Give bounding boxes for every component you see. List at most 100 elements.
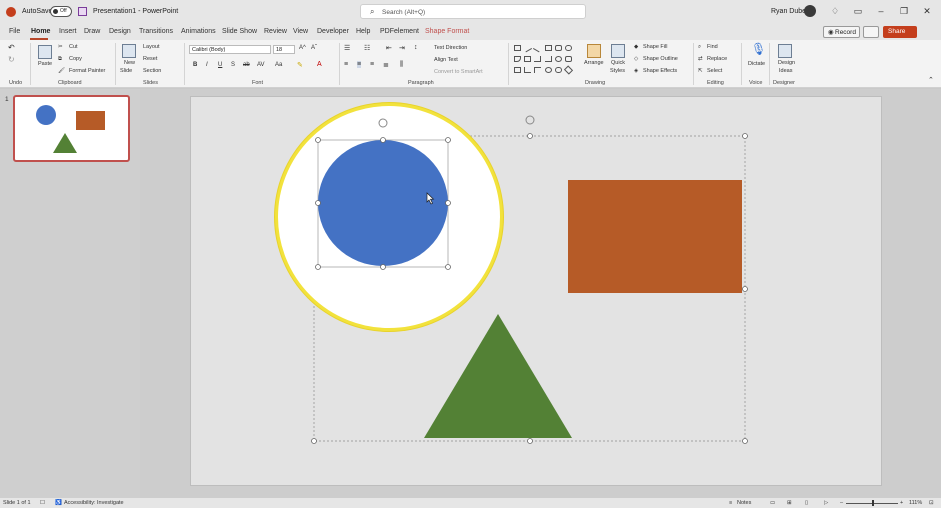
strikethrough-button[interactable]: ab xyxy=(243,62,250,68)
quick-styles-icon[interactable] xyxy=(611,44,625,58)
collapse-ribbon-icon[interactable]: ⌃ xyxy=(928,76,934,84)
minimize-icon[interactable]: – xyxy=(875,5,887,17)
align-center-icon[interactable]: ≡ xyxy=(357,61,362,68)
select-button[interactable]: Select xyxy=(707,68,722,74)
format-painter-icon[interactable]: 🖌 xyxy=(58,68,65,74)
decrease-indent-icon[interactable]: ⇤ xyxy=(386,44,392,52)
tab-review[interactable]: Review xyxy=(264,28,287,35)
tab-view[interactable]: View xyxy=(293,28,308,35)
save-icon[interactable] xyxy=(78,7,87,16)
tab-file[interactable]: File xyxy=(9,28,20,35)
decrease-font-icon[interactable]: Aˇ xyxy=(311,45,317,51)
design-ideas-icon[interactable] xyxy=(778,44,792,58)
find-button[interactable]: Find xyxy=(707,44,718,50)
zoom-level[interactable]: 111% xyxy=(909,500,922,506)
zoom-in-icon[interactable]: + xyxy=(900,500,903,506)
dictate-button[interactable]: Dictate xyxy=(748,61,765,67)
new-slide-icon[interactable] xyxy=(122,44,136,58)
cut-button[interactable]: Cut xyxy=(69,44,78,50)
text-direction-button[interactable]: Text Direction xyxy=(434,45,467,51)
columns-icon[interactable]: ⫼ xyxy=(400,61,403,69)
tab-transitions[interactable]: Transitions xyxy=(139,28,173,35)
zoom-out-icon[interactable]: – xyxy=(840,500,843,506)
dictate-icon[interactable]: 🎙 xyxy=(751,42,766,56)
cut-icon[interactable]: ✂ xyxy=(58,44,63,50)
tab-home[interactable]: Home xyxy=(31,28,50,35)
slide-sorter-icon[interactable]: ⊞ xyxy=(787,500,792,506)
numbering-icon[interactable]: ☷ xyxy=(364,44,370,52)
premium-diamond-icon[interactable]: ♢ xyxy=(829,5,841,17)
autosave-toggle[interactable]: Off xyxy=(50,6,72,17)
align-text-button[interactable]: Align Text xyxy=(434,57,458,63)
tab-slide-show[interactable]: Slide Show xyxy=(222,28,257,35)
record-button[interactable]: ◉ Record xyxy=(823,26,860,38)
bold-button[interactable]: B xyxy=(193,62,197,68)
paste-button[interactable]: Paste xyxy=(38,61,52,67)
avatar[interactable] xyxy=(804,5,816,17)
redo-icon[interactable]: ↻ xyxy=(8,55,15,64)
share-button[interactable]: Share xyxy=(883,26,917,38)
replace-icon[interactable]: ⇄ xyxy=(698,56,703,62)
shapes-gallery[interactable] xyxy=(512,43,580,76)
increase-indent-icon[interactable]: ⇥ xyxy=(399,44,405,52)
design-ideas-button[interactable]: Design xyxy=(778,60,795,66)
select-icon[interactable]: ⇱ xyxy=(698,68,703,74)
arrange-icon[interactable] xyxy=(587,44,601,58)
justify-icon[interactable]: ≣ xyxy=(383,61,389,69)
tab-pdfelement[interactable]: PDFelement xyxy=(380,28,419,35)
convert-smartart-button[interactable]: Convert to SmartArt xyxy=(434,69,483,75)
reading-view-icon[interactable]: ▯ xyxy=(805,500,808,506)
tab-help[interactable]: Help xyxy=(356,28,370,35)
arrange-button[interactable]: Arrange xyxy=(584,60,604,66)
shape-fill-icon[interactable]: ◆ xyxy=(634,44,638,50)
replace-button[interactable]: Replace xyxy=(707,56,727,62)
slideshow-view-icon[interactable]: ▷ xyxy=(824,500,828,506)
notes-icon[interactable]: ≡ xyxy=(729,500,732,506)
layout-button[interactable]: Layout xyxy=(143,44,160,50)
increase-font-icon[interactable]: A^ xyxy=(299,45,306,51)
search-box[interactable]: ⌕ Search (Alt+Q) xyxy=(360,4,586,19)
tab-design[interactable]: Design xyxy=(109,28,131,35)
restore-icon[interactable]: ❐ xyxy=(898,5,910,17)
tab-shape-format[interactable]: Shape Format xyxy=(425,28,469,35)
tab-draw[interactable]: Draw xyxy=(84,28,100,35)
tab-animations[interactable]: Animations xyxy=(181,28,216,35)
user-name[interactable]: Ryan Dube xyxy=(771,8,806,15)
accessibility-icon[interactable]: ♿ xyxy=(55,500,62,506)
font-color-icon[interactable]: A xyxy=(317,61,322,68)
copy-button[interactable]: Copy xyxy=(69,56,82,62)
close-icon[interactable]: ✕ xyxy=(921,5,933,17)
quick-styles-button[interactable]: Quick xyxy=(611,60,625,66)
underline-button[interactable]: U xyxy=(218,62,222,68)
character-spacing-button[interactable]: AV xyxy=(257,62,265,68)
slide-thumbnail[interactable] xyxy=(13,95,130,162)
undo-icon[interactable]: ↶ xyxy=(8,43,15,52)
tab-insert[interactable]: Insert xyxy=(59,28,77,35)
new-slide-button[interactable]: New xyxy=(124,60,135,66)
line-spacing-icon[interactable]: ↕ xyxy=(414,44,418,51)
spellcheck-icon[interactable]: ☐ xyxy=(40,500,45,506)
align-right-icon[interactable]: ≡ xyxy=(370,61,374,68)
shape-outline-button[interactable]: Shape Outline xyxy=(643,56,678,62)
design-ideas-button-line2[interactable]: Ideas xyxy=(779,68,792,74)
comments-icon[interactable] xyxy=(863,26,879,38)
find-icon[interactable]: ⌕ xyxy=(698,44,701,51)
italic-button[interactable]: I xyxy=(206,62,208,68)
reset-button[interactable]: Reset xyxy=(143,56,157,62)
copy-icon[interactable]: ⧉ xyxy=(58,56,62,63)
highlight-color-icon[interactable]: ✎ xyxy=(297,61,303,69)
format-painter-button[interactable]: Format Painter xyxy=(69,68,105,74)
tab-developer[interactable]: Developer xyxy=(317,28,349,35)
new-slide-button-line2[interactable]: Slide xyxy=(120,68,132,74)
normal-view-icon[interactable]: ▭ xyxy=(770,500,775,506)
paste-icon[interactable] xyxy=(38,45,52,59)
section-button[interactable]: Section xyxy=(143,68,161,74)
notes-button[interactable]: Notes xyxy=(737,500,751,506)
quick-styles-button-line2[interactable]: Styles xyxy=(610,68,625,74)
shape-effects-button[interactable]: Shape Effects xyxy=(643,68,677,74)
shape-fill-button[interactable]: Shape Fill xyxy=(643,44,667,50)
shape-outline-icon[interactable]: ◇ xyxy=(634,56,638,62)
shape-effects-icon[interactable]: ◈ xyxy=(634,68,638,74)
align-left-icon[interactable]: ≡ xyxy=(344,61,348,68)
zoom-slider-thumb[interactable] xyxy=(872,500,874,506)
